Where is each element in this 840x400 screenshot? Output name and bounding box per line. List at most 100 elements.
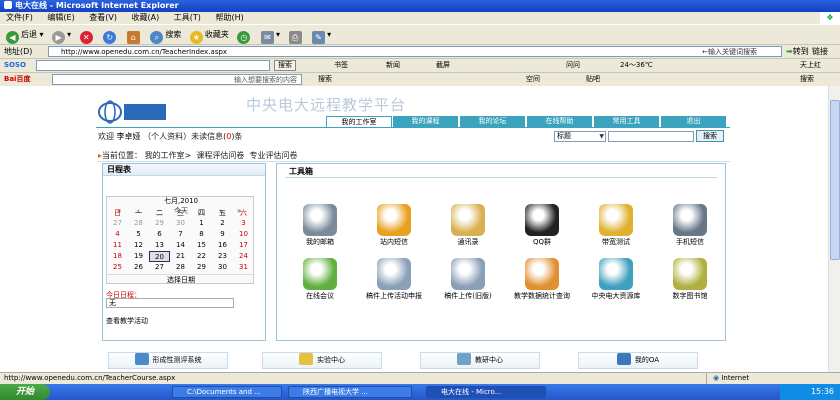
sky-label[interactable]: 天上红	[800, 59, 821, 72]
menu-help[interactable]: 帮助(H)	[209, 12, 249, 24]
edit-button[interactable]: ✎ ▾	[312, 28, 331, 44]
calendar-day[interactable]: 29	[191, 262, 212, 273]
tool-item[interactable]: 带宽测试	[581, 204, 651, 247]
calendar-day[interactable]: 22	[191, 251, 212, 262]
vertical-scrollbar[interactable]	[828, 86, 840, 372]
search-category-select[interactable]: 标题	[554, 131, 606, 142]
view-teaching-activity-link[interactable]: 查看教学活动	[106, 316, 148, 326]
site-search-button[interactable]: 搜索	[696, 130, 724, 142]
search-button[interactable]: ⌕ 搜索	[150, 28, 181, 44]
go-button[interactable]: ➡转到	[786, 46, 809, 58]
menu-edit[interactable]: 编辑(E)	[41, 12, 80, 24]
calendar-day[interactable]: 6	[149, 229, 170, 240]
calendar-day[interactable]: 24	[233, 251, 254, 262]
nav-my-forum[interactable]: 我的论坛	[460, 116, 526, 127]
tool-item[interactable]: QQ群	[507, 204, 577, 247]
unread-link[interactable]: 未读信息(0)条	[191, 132, 242, 141]
soso-search-input[interactable]	[36, 60, 270, 71]
tool-item[interactable]: 通讯录	[433, 204, 503, 247]
bookmark-button[interactable]: 书签	[334, 59, 348, 72]
tool-item[interactable]: 稿件上传(旧版)	[433, 258, 503, 301]
crumb-course-survey[interactable]: 课程评估问卷	[196, 151, 244, 160]
task-ie-window[interactable]: 电大在线 - Micro...	[426, 386, 546, 398]
menu-tools[interactable]: 工具(T)	[168, 12, 207, 24]
baidu-search-button[interactable]: 搜索	[318, 73, 332, 86]
calendar-day[interactable]: 17	[233, 240, 254, 251]
calendar-day[interactable]: 25	[107, 262, 128, 273]
assessment-system-button[interactable]: 形成性测评系统	[108, 352, 228, 369]
space-button[interactable]: 空间	[526, 73, 540, 86]
home-button[interactable]: ⌂	[126, 28, 142, 44]
calendar-day[interactable]: 10	[233, 229, 254, 240]
tool-item[interactable]: 在线会议	[285, 258, 355, 301]
calendar-day[interactable]: 20	[149, 251, 170, 262]
refresh-button[interactable]: ↻	[103, 28, 118, 44]
baidu-search-input[interactable]: 输入想要搜索的内容	[52, 74, 302, 85]
tool-item[interactable]: 站内短信	[359, 204, 429, 247]
calendar-day[interactable]: 27	[107, 218, 128, 229]
calendar-day[interactable]: 13	[149, 240, 170, 251]
nav-online-help[interactable]: 在线帮助	[527, 116, 593, 127]
nav-common-tools[interactable]: 常用工具	[594, 116, 660, 127]
calendar-day[interactable]: 8	[191, 229, 212, 240]
tool-item[interactable]: 我的邮箱	[285, 204, 355, 247]
calendar-day[interactable]: 29	[149, 218, 170, 229]
nav-logout[interactable]: 退出	[661, 116, 727, 127]
site-search-input[interactable]	[608, 131, 694, 142]
soso-search-button[interactable]: 搜索	[274, 60, 296, 71]
scrollbar-thumb[interactable]	[830, 100, 840, 260]
print-button[interactable]: ⎙	[288, 28, 304, 44]
stop-button[interactable]: ✕	[79, 28, 95, 44]
calendar-day[interactable]: 27	[149, 262, 170, 273]
tool-item[interactable]: 手机短信	[655, 204, 725, 247]
mail-button[interactable]: ✉ ▾	[260, 28, 280, 44]
calendar-day[interactable]: 21	[170, 251, 191, 262]
tool-item[interactable]: 教学数据统计查询	[507, 258, 577, 301]
menu-favorites[interactable]: 收藏(A)	[126, 12, 166, 24]
back-button[interactable]: ◀ 后退 ▾	[6, 28, 44, 44]
calendar-day[interactable]: 14	[170, 240, 191, 251]
calendar-day[interactable]: 23	[212, 251, 233, 262]
crumb-my-studio[interactable]: 我的工作室>	[145, 151, 192, 160]
tool-item[interactable]: 稿件上传活动申报	[359, 258, 429, 301]
history-button[interactable]: ◷	[237, 28, 252, 44]
lab-center-button[interactable]: 实验中心	[262, 352, 382, 369]
research-center-button[interactable]: 教研中心	[420, 352, 540, 369]
select-date-button[interactable]: 选择日期	[107, 274, 255, 285]
task-documents[interactable]: C:\Documents and ...	[172, 386, 282, 398]
calendar-day[interactable]: 1	[191, 218, 212, 229]
nav-my-courses[interactable]: 我的课程	[393, 116, 459, 127]
crumb-major-survey[interactable]: 专业评估问卷	[249, 151, 297, 160]
calendar-day[interactable]: 4	[107, 229, 128, 240]
tool-item[interactable]: 数字图书馆	[655, 258, 725, 301]
my-oa-button[interactable]: 我的OA	[578, 352, 698, 369]
calendar-day[interactable]: 11	[107, 240, 128, 251]
screenshot-button[interactable]: 截屏	[436, 59, 450, 72]
calendar-day[interactable]: 7	[170, 229, 191, 240]
nav-my-studio[interactable]: 我的工作室	[326, 116, 392, 127]
links-button[interactable]: 链接	[812, 45, 828, 59]
calendar-day[interactable]: 18	[107, 251, 128, 262]
calendar-day[interactable]: 12	[128, 240, 149, 251]
tool-item[interactable]: 中央电大资源库	[581, 258, 651, 301]
calendar-day[interactable]: 30	[212, 262, 233, 273]
calendar-day[interactable]: 2	[212, 218, 233, 229]
calendar-day[interactable]: 19	[128, 251, 149, 262]
calendar-day[interactable]: 30	[170, 218, 191, 229]
calendar-day[interactable]: 31	[233, 262, 254, 273]
calendar-day[interactable]: 9	[212, 229, 233, 240]
calendar-day[interactable]: 15	[191, 240, 212, 251]
forward-button[interactable]: ▶ ▾	[52, 28, 71, 44]
menu-view[interactable]: 查看(V)	[83, 12, 123, 24]
post-button[interactable]: 贴吧	[586, 73, 600, 86]
calendar-day[interactable]: 3	[233, 218, 254, 229]
news-button[interactable]: 新闻	[386, 59, 400, 72]
profile-link[interactable]: （个人资料）	[143, 132, 191, 141]
baidu-search2-button[interactable]: 搜索	[800, 73, 814, 86]
start-button[interactable]: 开始	[0, 384, 50, 400]
address-input[interactable]: http://www.openedu.com.cn/TeacherIndex.a…	[48, 46, 782, 57]
favorites-button[interactable]: ★ 收藏夹	[189, 28, 229, 44]
menu-file[interactable]: 文件(F)	[0, 12, 39, 24]
task-shaanxi-tvu[interactable]: 陕西广播电视大学 ...	[288, 386, 412, 398]
calendar-day[interactable]: 28	[128, 218, 149, 229]
